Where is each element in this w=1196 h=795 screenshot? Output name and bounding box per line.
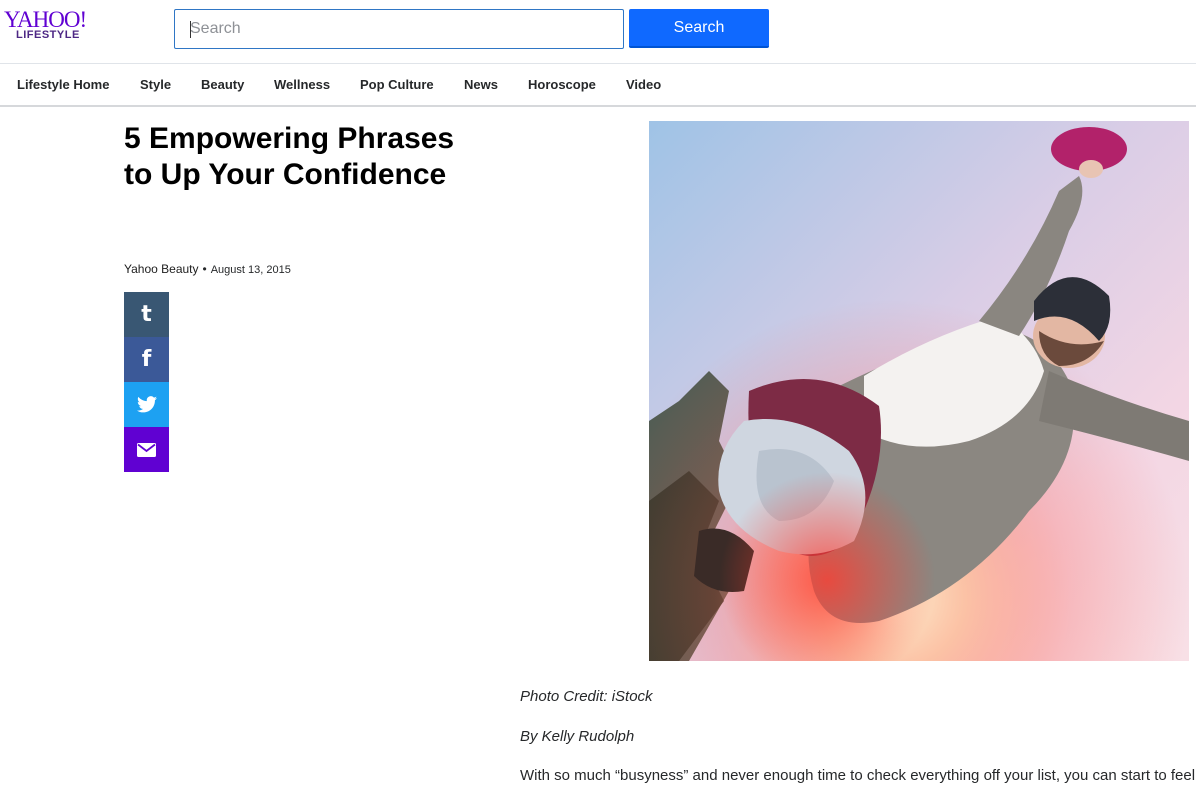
article-paragraph: With so much “busyness” and never enough… — [520, 767, 1196, 784]
search-input[interactable] — [175, 10, 623, 48]
article-date: August 13, 2015 — [210, 264, 291, 276]
share-mail-button[interactable] — [124, 427, 169, 472]
hero-photo — [649, 121, 1189, 661]
byline-separator: • — [202, 262, 207, 276]
nav-item-lifestyle-home[interactable]: Lifestyle Home — [17, 77, 109, 93]
article-hero-image — [649, 121, 1189, 661]
twitter-icon — [136, 396, 157, 413]
share-facebook-button[interactable]: f — [124, 337, 169, 382]
section-nav: Lifestyle Home Style Beauty Wellness Pop… — [0, 64, 1196, 107]
nav-item-video[interactable]: Video — [626, 77, 661, 93]
nav-item-wellness[interactable]: Wellness — [274, 77, 330, 93]
nav-item-style[interactable]: Style — [140, 77, 171, 93]
share-twitter-button[interactable] — [124, 382, 169, 427]
text-cursor — [190, 21, 191, 38]
tumblr-icon: t — [141, 301, 152, 327]
nav-item-news[interactable]: News — [464, 77, 498, 93]
nav-item-horoscope[interactable]: Horoscope — [528, 77, 596, 93]
byline: Yahoo Beauty • August 13, 2015 — [124, 261, 291, 278]
author-line: By Kelly Rudolph — [520, 728, 635, 745]
mail-icon — [137, 442, 156, 457]
search-box[interactable] — [174, 9, 624, 49]
facebook-icon: f — [141, 346, 152, 372]
header: YAHOO! LIFESTYLE Search — [0, 0, 1196, 64]
article-source[interactable]: Yahoo Beauty — [124, 262, 199, 276]
share-tumblr-button[interactable]: t — [124, 292, 169, 337]
search-button[interactable]: Search — [629, 9, 769, 48]
nav-item-beauty[interactable]: Beauty — [201, 77, 244, 93]
article-title: 5 Empowering Phrases to Up Your Confiden… — [124, 122, 455, 191]
nav-item-pop-culture[interactable]: Pop Culture — [360, 77, 434, 93]
logo-section-name: LIFESTYLE — [16, 29, 80, 41]
yahoo-lifestyle-logo[interactable]: YAHOO! LIFESTYLE — [4, 8, 104, 48]
photo-credit: Photo Credit: iStock — [520, 688, 653, 705]
